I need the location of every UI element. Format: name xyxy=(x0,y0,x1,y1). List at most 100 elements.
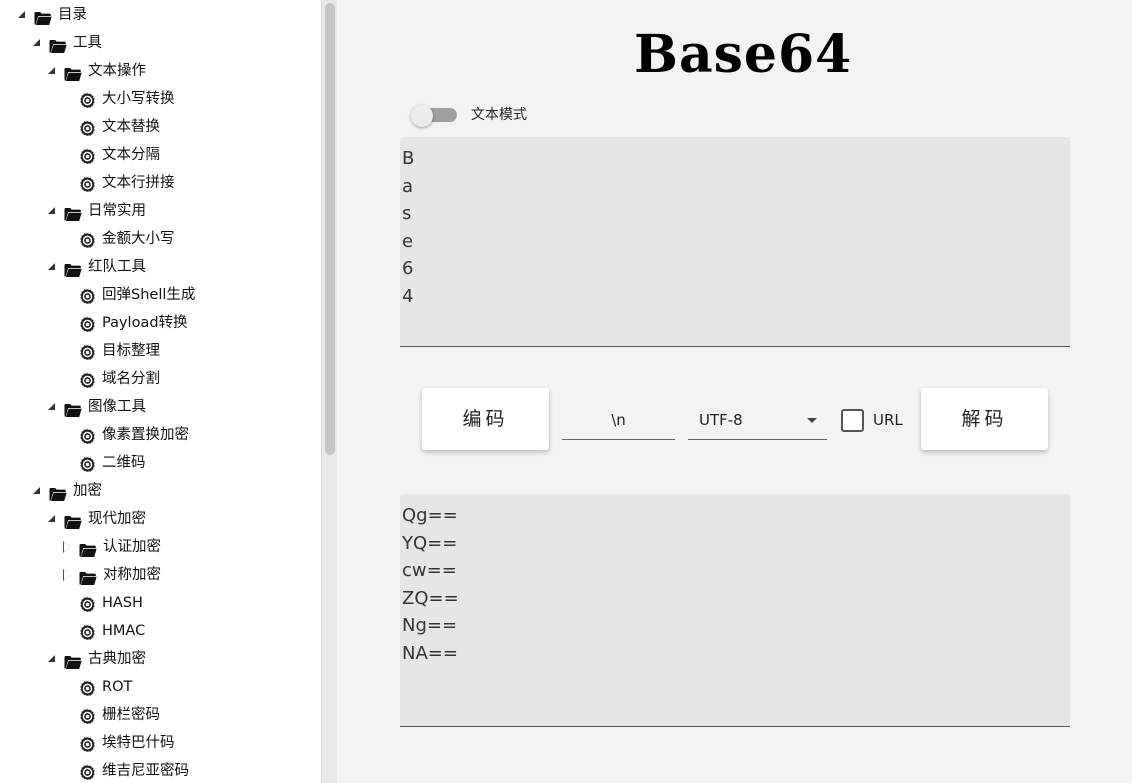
expanded-arrow-icon[interactable] xyxy=(46,653,58,665)
tree-item[interactable]: 文本替换 xyxy=(61,113,160,141)
tree-item[interactable]: 金额大小写 xyxy=(61,225,175,253)
tree-folder[interactable]: 对称加密 xyxy=(61,561,161,589)
tree-label: 文本操作 xyxy=(88,63,146,79)
tree-label: 域名分割 xyxy=(102,371,160,387)
gear-icon xyxy=(79,287,96,304)
tree-item[interactable]: 维吉尼亚密码 xyxy=(61,757,189,783)
tree-label: 像素置换加密 xyxy=(102,427,189,443)
folder-icon xyxy=(79,568,97,585)
gear-icon xyxy=(79,623,96,640)
tree-item[interactable]: ROT xyxy=(61,673,132,701)
charset-select[interactable]: UTF-8 xyxy=(688,405,827,440)
charset-selected-value: UTF-8 xyxy=(699,411,743,429)
separator-input[interactable]: \n xyxy=(562,405,675,440)
base64-logo: Base64 xyxy=(634,24,853,85)
tree-item[interactable]: 埃特巴什码 xyxy=(61,729,175,757)
expanded-arrow-icon[interactable] xyxy=(46,261,58,273)
text-line: 4 xyxy=(402,285,414,307)
tree-folder[interactable]: 目录 xyxy=(16,1,87,29)
tree-item[interactable]: 文本行拼接 xyxy=(61,169,175,197)
tree-label: 大小写转换 xyxy=(102,91,175,107)
tree-item[interactable]: 像素置换加密 xyxy=(61,421,189,449)
tree-label: 对称加密 xyxy=(103,567,161,583)
expanded-arrow-icon[interactable] xyxy=(31,37,43,49)
expanded-arrow-icon[interactable] xyxy=(46,401,58,413)
gear-icon xyxy=(79,679,96,696)
folder-icon xyxy=(64,400,82,417)
tree-label: 加密 xyxy=(73,483,102,499)
tree-label: 古典加密 xyxy=(88,651,146,667)
tree-label: 红队工具 xyxy=(88,259,146,275)
text-mode-toggle[interactable] xyxy=(411,105,459,127)
expanded-arrow-icon[interactable] xyxy=(31,485,43,497)
collapsed-arrow-icon[interactable] xyxy=(61,541,73,553)
tree-folder[interactable]: 文本操作 xyxy=(46,57,146,85)
folder-icon xyxy=(79,540,97,557)
tree-label: 栅栏密码 xyxy=(102,707,160,723)
text-line: cw== xyxy=(402,560,457,581)
url-checkbox[interactable] xyxy=(841,409,864,432)
gear-icon xyxy=(79,735,96,752)
tree-item[interactable]: 大小写转换 xyxy=(61,85,175,113)
tree-label: HASH xyxy=(102,595,143,611)
folder-icon xyxy=(64,652,82,669)
text-line: ZQ== xyxy=(402,587,459,609)
gear-icon xyxy=(79,147,96,164)
collapsed-arrow-icon[interactable] xyxy=(61,569,73,581)
tree-item[interactable]: Payload转换 xyxy=(61,309,188,337)
tree-folder[interactable]: 加密 xyxy=(31,477,102,505)
expanded-arrow-icon[interactable] xyxy=(46,205,58,217)
gear-icon xyxy=(79,91,96,108)
tree-item[interactable]: HASH xyxy=(61,589,143,617)
tree-item[interactable]: 二维码 xyxy=(61,449,146,477)
gear-icon xyxy=(79,707,96,724)
tree-folder[interactable]: 古典加密 xyxy=(46,645,146,673)
tree-item[interactable]: 文本分隔 xyxy=(61,141,160,169)
tree-folder[interactable]: 日常实用 xyxy=(46,197,146,225)
gear-icon xyxy=(79,231,96,248)
tree-folder[interactable]: 工具 xyxy=(31,29,102,57)
expanded-arrow-icon[interactable] xyxy=(46,513,58,525)
text-line: s xyxy=(402,203,412,224)
gear-icon xyxy=(79,427,96,444)
gear-icon xyxy=(79,119,96,136)
tree-folder[interactable]: 红队工具 xyxy=(46,253,146,281)
navigation-tree: 目录工具文本操作大小写转换文本替换文本分隔 文本行拼接日常实用金额大小写红队工具回… xyxy=(0,0,321,783)
tree-folder[interactable]: 现代加密 xyxy=(46,505,146,533)
output-textarea[interactable]: Qg== YQ== cw== ZQ== Ng== NA== xyxy=(400,494,1070,727)
gear-icon xyxy=(79,315,96,332)
tree-item[interactable]: 目标整理 xyxy=(61,337,160,365)
text-line: e xyxy=(402,230,414,252)
tree-label: 金额大小写 xyxy=(102,231,175,247)
sidebar-scrollbar-thumb[interactable] xyxy=(325,3,335,455)
tree-label: Payload转换 xyxy=(102,315,188,331)
text-line: Ng== xyxy=(402,615,458,636)
tree-item[interactable]: 域名分割 xyxy=(61,365,160,393)
tree-label: 现代加密 xyxy=(88,511,146,527)
tree-label: 日常实用 xyxy=(88,203,146,219)
expanded-arrow-icon[interactable] xyxy=(46,65,58,77)
folder-icon xyxy=(64,64,82,81)
chevron-down-icon xyxy=(807,418,817,423)
tree-folder[interactable]: 图像工具 xyxy=(46,393,146,421)
decode-button[interactable]: 解码 xyxy=(921,388,1048,450)
folder-icon xyxy=(64,512,82,529)
text-line: a xyxy=(402,175,414,197)
expanded-arrow-icon[interactable] xyxy=(16,9,28,21)
folder-icon xyxy=(64,260,82,277)
tree-label: 文本替换 xyxy=(102,119,160,135)
text-line: 6 xyxy=(402,258,414,279)
input-text: Base 6 4 xyxy=(400,145,414,310)
tree-folder[interactable]: 认证加密 xyxy=(61,533,161,561)
tree-label: 目录 xyxy=(58,7,87,23)
tree-label: 认证加密 xyxy=(103,539,161,555)
tree-item[interactable]: HMAC xyxy=(61,617,145,645)
text-line: Qg== xyxy=(402,505,458,526)
tree-item[interactable]: 回弹Shell生成 xyxy=(61,281,195,309)
encode-button[interactable]: 编码 xyxy=(422,388,549,450)
sidebar-scrollbar[interactable] xyxy=(321,0,337,783)
input-textarea[interactable]: Base 6 4 xyxy=(400,137,1070,347)
tree-label: ROT xyxy=(102,679,133,695)
tree-item[interactable]: 栅栏密码 xyxy=(61,701,160,729)
tree-label: 二维码 xyxy=(102,455,146,471)
